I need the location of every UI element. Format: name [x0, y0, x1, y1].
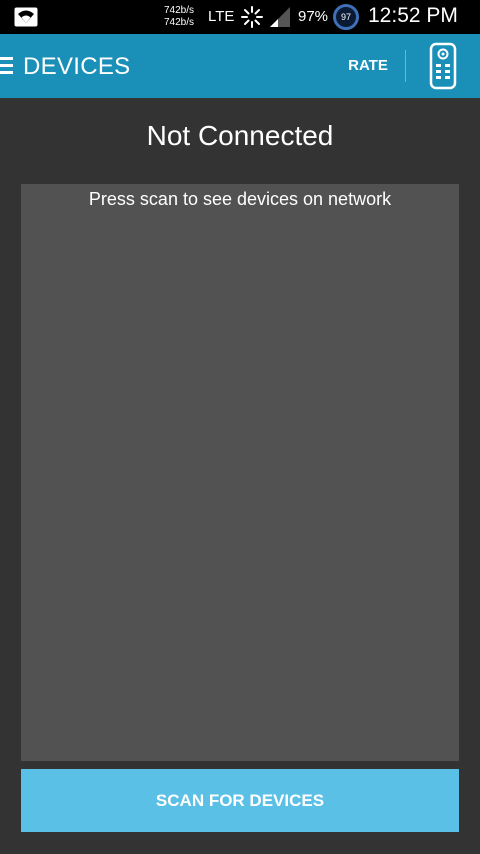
battery-icon: 97 — [333, 4, 359, 30]
signal-icon — [270, 7, 290, 27]
battery-badge: 97 — [340, 12, 351, 22]
device-list[interactable]: Press scan to see devices on network — [21, 184, 459, 761]
scan-for-devices-button[interactable]: SCAN FOR DEVICES — [21, 769, 459, 832]
clock: 12:52 PM — [368, 4, 458, 27]
network-speed: 742b/s 742b/s — [152, 5, 194, 29]
page-title: DEVICES — [23, 53, 131, 80]
network-type: LTE — [208, 8, 235, 25]
empty-list-hint: Press scan to see devices on network — [88, 189, 392, 209]
remote-control-icon[interactable] — [424, 42, 462, 90]
network-speed-up: 742b/s — [163, 5, 194, 16]
network-speed-down: 742b/s — [163, 17, 194, 28]
status-bar: 742b/s 742b/s LTE 97% 97 12:52 PM — [0, 0, 480, 34]
battery-percent: 97% — [298, 8, 329, 25]
wifi-icon — [14, 7, 38, 27]
app-bar-divider — [405, 50, 406, 82]
rate-button[interactable]: RATE — [340, 48, 396, 84]
menu-icon[interactable] — [0, 57, 14, 75]
activity-spark-icon — [241, 6, 263, 28]
connection-status: Not Connected — [146, 120, 334, 151]
app-bar: DEVICES RATE — [0, 34, 480, 98]
